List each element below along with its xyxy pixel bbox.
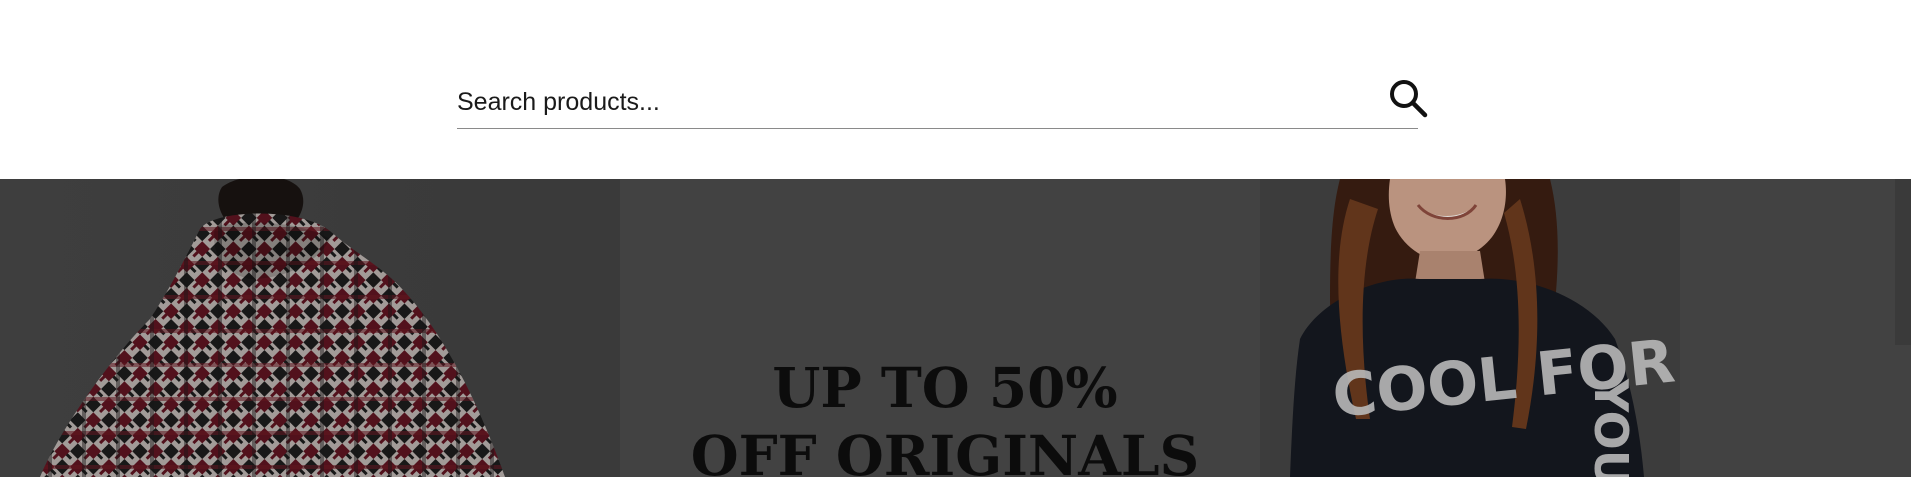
model-plaid-hoodie-image: [0, 179, 620, 477]
hero-headline-line2: OFF ORIGINALS: [690, 423, 1200, 477]
hero-scrollbar[interactable]: [1895, 179, 1911, 345]
search-input[interactable]: [457, 82, 1337, 122]
search-icon: [1390, 80, 1428, 118]
hero-headline-line1: UP TO 50%: [772, 355, 1118, 420]
model-dark-sweater-image: COOL FOR YOU: [1260, 179, 1680, 477]
page: COOL FOR YOU UP TO 50% OFF ORIGINALS: [0, 0, 1911, 477]
hero-headline: UP TO 50% OFF ORIGINALS: [660, 354, 1230, 477]
search-header: [0, 0, 1911, 179]
hero-banner[interactable]: COOL FOR YOU UP TO 50% OFF ORIGINALS: [0, 179, 1911, 477]
search-button[interactable]: [1386, 76, 1430, 120]
search-bar: [457, 72, 1428, 129]
